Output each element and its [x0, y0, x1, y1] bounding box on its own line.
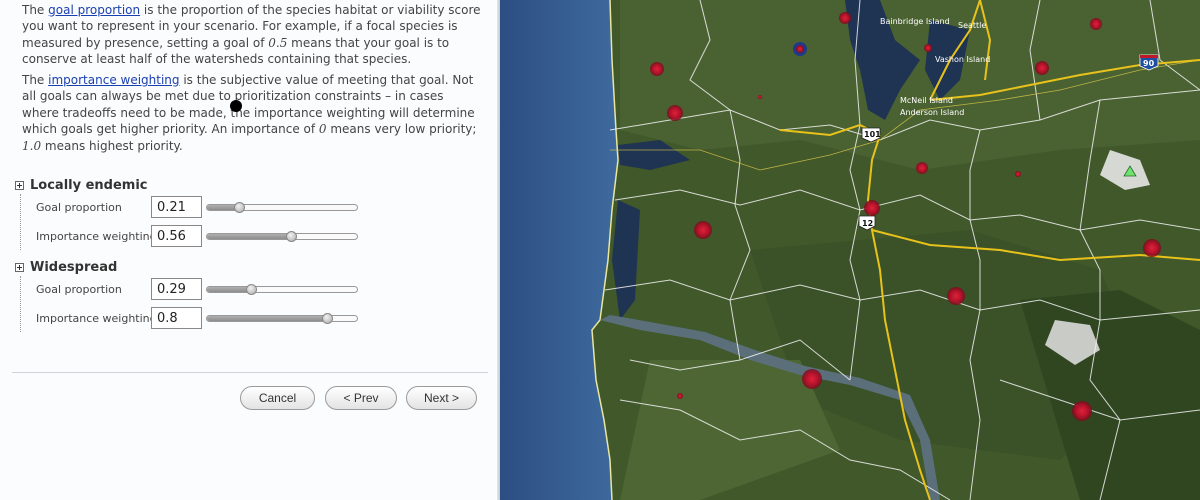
goal-proportion-input[interactable] [151, 278, 202, 300]
species-marker[interactable] [802, 369, 822, 389]
cursor-icon [230, 100, 242, 112]
place-label: Anderson Island [900, 108, 964, 117]
species-marker[interactable] [864, 200, 880, 216]
goal-proportion-slider[interactable] [206, 202, 358, 213]
species-marker[interactable] [758, 95, 762, 99]
settings-panel: The goal proportion is the proportion of… [0, 0, 500, 500]
place-label: Seattle [958, 21, 986, 30]
species-marker[interactable] [650, 62, 664, 76]
shield-label: 101 [864, 130, 881, 139]
slider-fill [207, 234, 291, 239]
shield-label: 12 [862, 219, 873, 228]
cancel-button[interactable]: Cancel [240, 386, 315, 410]
help-text: The [22, 73, 49, 87]
tree-connector [20, 194, 21, 250]
importance-weighting-input[interactable] [151, 307, 202, 329]
row-label: Goal proportion [36, 201, 122, 214]
species-marker[interactable] [694, 221, 712, 239]
group-title: Locally endemic [30, 177, 148, 193]
help-emphasis: 1.0 [22, 138, 42, 153]
group-locally-endemic[interactable]: Locally endemic [15, 177, 148, 193]
species-marker[interactable] [916, 162, 928, 174]
expand-icon[interactable] [15, 180, 24, 190]
help-text: means very low priority; [326, 122, 477, 137]
divider [12, 372, 488, 373]
species-marker[interactable] [1035, 61, 1049, 75]
help-emphasis: 0.5 [268, 35, 288, 50]
slider-handle[interactable] [245, 284, 257, 295]
row-label: Importance weighting [36, 312, 157, 325]
group-title: Widespread [30, 259, 118, 275]
slider-fill [207, 316, 327, 321]
slider-handle[interactable] [286, 231, 297, 242]
species-marker[interactable] [839, 12, 851, 24]
row-label: Goal proportion [36, 283, 122, 296]
help-text: means highest priority. [41, 138, 183, 153]
shield-label: 90 [1143, 59, 1155, 68]
species-marker[interactable] [1090, 18, 1102, 30]
importance-weighting-slider[interactable] [206, 313, 358, 324]
species-marker[interactable] [947, 287, 965, 305]
importance-weighting-link[interactable]: importance weighting [48, 73, 179, 87]
goal-proportion-help: The goal proportion is the proportion of… [22, 2, 482, 68]
species-marker[interactable] [677, 393, 683, 399]
importance-weighting-help: The importance weighting is the subjecti… [22, 72, 482, 154]
species-marker[interactable] [667, 105, 683, 121]
species-marker[interactable] [1015, 171, 1021, 177]
species-marker[interactable] [796, 45, 804, 53]
slider-fill [207, 287, 251, 292]
place-label: McNeil Island [900, 96, 953, 105]
goal-proportion-input[interactable] [151, 196, 202, 218]
expand-icon[interactable] [15, 262, 24, 272]
route-shield-12: 12 [858, 215, 876, 231]
group-widespread[interactable]: Widespread [15, 259, 117, 275]
place-label: Vashon Island [935, 55, 990, 64]
help-emphasis: 0 [318, 122, 327, 137]
place-label: Bainbridge Island [880, 17, 950, 26]
satellite-map[interactable]: Bainbridge Island Seattle Vashon Island … [500, 0, 1200, 500]
species-marker[interactable] [1143, 239, 1161, 257]
goal-proportion-link[interactable]: goal proportion [48, 3, 140, 17]
ocean [500, 0, 618, 500]
next-button[interactable]: Next > [406, 386, 477, 410]
tree-connector [20, 276, 21, 332]
help-text: The [22, 3, 49, 17]
goal-proportion-slider[interactable] [206, 284, 358, 295]
prev-button[interactable]: < Prev [325, 386, 397, 410]
importance-weighting-input[interactable] [151, 225, 202, 247]
map-canvas[interactable]: Bainbridge Island Seattle Vashon Island … [500, 0, 1200, 500]
slider-handle[interactable] [322, 313, 333, 324]
importance-weighting-slider[interactable] [206, 231, 358, 242]
species-marker[interactable] [1072, 401, 1092, 421]
species-marker[interactable] [924, 44, 932, 52]
slider-handle[interactable] [233, 202, 245, 213]
row-label: Importance weighting [36, 230, 157, 243]
